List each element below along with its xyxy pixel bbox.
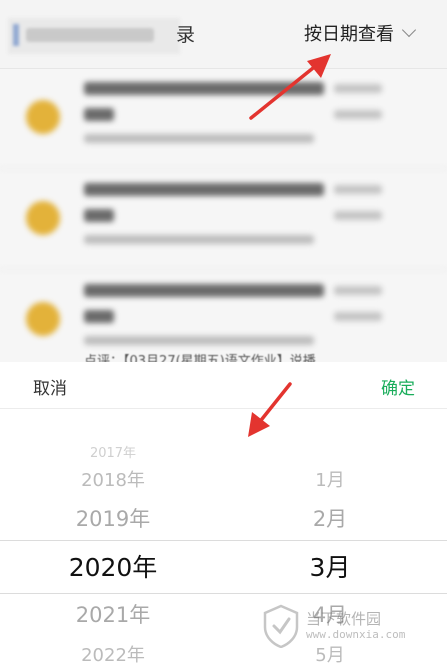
blurred-page-title (8, 18, 180, 54)
year-option[interactable]: 2017年 (52, 442, 174, 461)
watermark: 当下软件园 www.downxia.com (262, 604, 405, 648)
background-screen: 录 按日期查看 点评：【03月27(星期五)语文作业】说播... (0, 0, 447, 362)
year-wheel[interactable]: 2017年 2018年 2019年 2020年 2021年 2022年 (52, 362, 174, 672)
year-option[interactable]: 2021年 (52, 599, 174, 629)
watermark-site: www.downxia.com (306, 628, 406, 641)
avatar (26, 100, 60, 134)
top-bar: 录 按日期查看 (0, 0, 447, 69)
page-title-tail: 录 (176, 24, 196, 46)
month-option-selected[interactable]: 3月 (290, 548, 370, 584)
list-item[interactable] (0, 68, 447, 169)
view-by-date-label: 按日期查看 (304, 24, 394, 45)
shield-logo-icon (263, 604, 299, 648)
year-option[interactable]: 2019年 (52, 503, 174, 533)
month-option[interactable]: 2月 (290, 503, 370, 533)
year-option-selected[interactable]: 2020年 (52, 548, 174, 584)
list-item[interactable] (0, 270, 447, 362)
watermark-brand: 当下软件园 (306, 610, 382, 628)
avatar (26, 201, 60, 235)
confirm-button[interactable]: 确定 (381, 374, 415, 399)
chevron-down-icon (401, 22, 417, 38)
avatar (26, 302, 60, 336)
month-option[interactable]: 1月 (290, 466, 370, 492)
year-option[interactable]: 2018年 (52, 466, 174, 492)
list-item[interactable] (0, 169, 447, 270)
year-option[interactable]: 2022年 (52, 641, 174, 667)
message-list (0, 68, 447, 362)
message-snippet: 点评：【03月27(星期五)语文作业】说播... (84, 354, 329, 362)
view-by-date-button[interactable]: 按日期查看 (304, 20, 417, 46)
